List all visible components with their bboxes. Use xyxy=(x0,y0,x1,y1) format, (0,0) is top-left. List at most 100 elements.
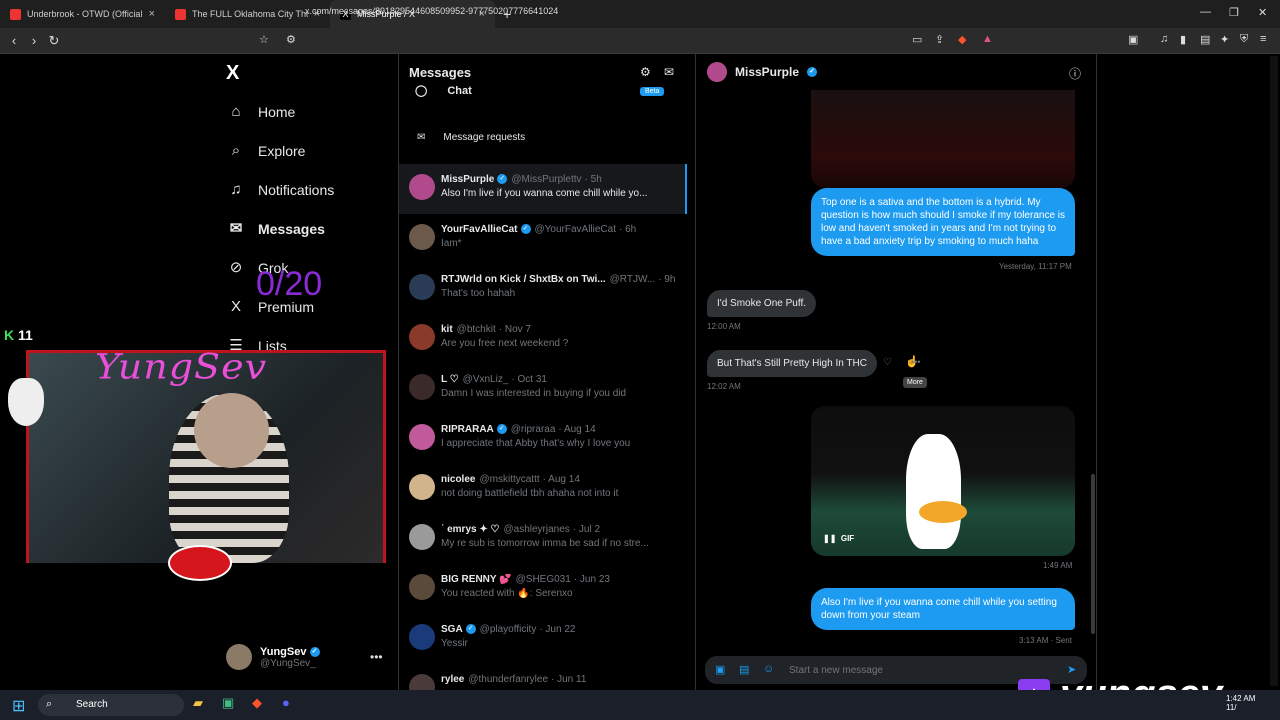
conversation-header[interactable]: MissPurple ✓ xyxy=(707,62,818,82)
bookmark-icon[interactable]: ☆ xyxy=(259,33,269,46)
windows-start-icon[interactable]: ⊞ xyxy=(12,696,25,716)
conversation-row[interactable]: RTJWrld on Kick / ShxtBx on Twi... @RTJW.… xyxy=(399,264,687,314)
cast-icon[interactable]: ▭ xyxy=(912,33,922,46)
message-bubble-received[interactable]: I'd Smoke One Puff. xyxy=(707,290,816,317)
chat-entry[interactable]: ◯ Chat xyxy=(415,84,472,98)
youtube-icon xyxy=(10,8,21,20)
inbox-icon: ✉ xyxy=(417,132,426,143)
settings-icon[interactable]: ⚙ xyxy=(640,65,651,79)
conversation-meta: ˙ emrys ✦ ♡ @ashleyrjanes · Jul 2 xyxy=(441,524,681,535)
profile-handle: @YungSev_ xyxy=(260,657,316,669)
account-switcher[interactable]: YungSev ✓ @YungSev_ xyxy=(226,644,320,670)
conversation-row[interactable]: BIG RENNY 💕 @SHEG031 · Jun 23 You reacted w… xyxy=(399,564,687,614)
conversation-name: MissPurple xyxy=(735,65,800,79)
maximize-icon[interactable]: ❐ xyxy=(1229,6,1239,19)
discord-icon[interactable]: ● xyxy=(282,695,290,710)
clock-time: 1:42 AM xyxy=(1226,694,1256,703)
message-input[interactable]: Start a new message xyxy=(789,665,883,676)
conversation-row[interactable]: SGA ✓ @playofficity · Jun 22 Yessir xyxy=(399,614,687,664)
verified-icon: ✓ xyxy=(309,646,320,657)
forward-icon[interactable]: › xyxy=(24,33,44,48)
menu-icon[interactable]: ≡ xyxy=(1260,33,1266,45)
message-bubble-sent[interactable]: Also I'm live if you wanna come chill wh… xyxy=(811,588,1075,630)
site-info-icon[interactable]: ⚙ xyxy=(286,33,296,46)
panel-icon[interactable]: ▮ xyxy=(1180,33,1186,46)
conversation-handle: @playofficity xyxy=(479,624,537,635)
nav-messages[interactable]: ✉ Messages xyxy=(228,220,325,238)
nav-home[interactable]: ⌂ Home xyxy=(228,103,296,121)
close-icon[interactable]: × xyxy=(149,8,155,20)
taskbar-search[interactable]: ⌕ Search xyxy=(38,694,184,716)
conversation-row[interactable]: ˙ emrys ✦ ♡ @ashleyrjanes · Jul 2 My re sub… xyxy=(399,514,687,564)
conversation-meta: BIG RENNY 💕 @SHEG031 · Jun 23 xyxy=(441,574,681,585)
brave-rewards-icon[interactable]: ▲ xyxy=(982,33,993,45)
gif-attachment[interactable]: ❚❚ GIF xyxy=(811,406,1075,556)
home-icon: ⌂ xyxy=(231,103,241,120)
conversation-row[interactable]: YourFavAllieCat ✓ @YourFavAllieCat · 6h Iam* xyxy=(399,214,687,264)
nav-label: Home xyxy=(258,104,296,120)
avatar xyxy=(409,324,435,350)
share-icon[interactable]: ⇪ xyxy=(935,33,944,46)
avatar xyxy=(409,624,435,650)
conversation-time: · 5h xyxy=(584,174,602,185)
page-scrollbar[interactable] xyxy=(1270,56,1278,686)
more-icon[interactable]: ••• xyxy=(370,650,383,664)
conversation-row[interactable]: rylee @thunderfanrylee · Jun 11 xyxy=(399,664,687,690)
conversation-time: · Jun 23 xyxy=(573,574,610,585)
envelope-icon: ✉ xyxy=(229,220,243,237)
window-close-icon[interactable]: ✕ xyxy=(1258,6,1267,19)
conversation-row[interactable]: L ♡ @VxnLiz_ · Oct 31 Damn I was interested… xyxy=(399,364,687,414)
conversation-handle: @mskittycattt xyxy=(479,474,540,485)
music-icon[interactable]: ♫ xyxy=(1160,33,1168,45)
conversation-name: SGA xyxy=(441,624,463,635)
pause-icon[interactable]: ❚❚ xyxy=(823,534,836,543)
nav-label: Explore xyxy=(258,143,306,159)
conversation-name: rylee xyxy=(441,674,465,685)
conversation-row[interactable]: kit @btchkit · Nov 7 Are you free next week… xyxy=(399,314,687,364)
conversation-row[interactable]: nicolee @mskittycattt · Aug 14 not doing ba… xyxy=(399,464,687,514)
gif-controls[interactable]: ❚❚ GIF xyxy=(823,534,854,543)
nav-notifications[interactable]: ♫ Notifications xyxy=(228,182,334,199)
leo-icon[interactable]: ✦ xyxy=(1220,33,1229,46)
minimize-icon[interactable]: — xyxy=(1200,6,1211,18)
info-icon[interactable]: ⓘ xyxy=(1069,65,1081,82)
image-attachment[interactable] xyxy=(811,90,1075,188)
conversation-meta: SGA ✓ @playofficity · Jun 22 xyxy=(441,624,681,635)
image-icon[interactable]: ▣ xyxy=(715,663,725,676)
back-icon[interactable]: ‹ xyxy=(4,33,24,48)
webcam-head xyxy=(194,393,269,468)
kill-counter: K 11 xyxy=(4,327,33,343)
new-message-icon[interactable]: ✉ xyxy=(664,65,674,79)
conversation-handle: @ashleyrjanes xyxy=(503,524,570,535)
grok-icon: ⊘ xyxy=(229,259,243,276)
gif-icon[interactable]: ▤ xyxy=(739,663,749,676)
conversation-name: RIPRARAA xyxy=(441,424,494,435)
chat-label: Chat xyxy=(447,84,472,97)
message-requests[interactable]: ✉ Message requests xyxy=(417,132,525,143)
wallet-icon[interactable]: ▤ xyxy=(1200,33,1210,46)
xbox-icon[interactable]: ▣ xyxy=(222,695,234,711)
tooltip: More xyxy=(903,377,927,388)
react-icon[interactable]: ♡ xyxy=(883,357,892,368)
x-logo[interactable]: X xyxy=(226,62,239,85)
x-premium-icon: X xyxy=(230,298,241,315)
conversation-row[interactable]: RIPRARAA ✓ @ripraraa · Aug 14 I appreciate t… xyxy=(399,414,687,464)
nav-explore[interactable]: ⌕ Explore xyxy=(228,143,306,160)
brave-shield-icon[interactable]: ◆ xyxy=(958,33,966,46)
reload-icon[interactable]: ↻ xyxy=(44,33,64,49)
message-bubble-received[interactable]: But That's Still Pretty High In THC xyxy=(707,350,877,377)
file-explorer-icon[interactable]: ▰ xyxy=(193,695,203,711)
url-field[interactable]: x.com/messages/891829544608509952-977750… xyxy=(305,6,558,16)
sidebar-toggle-icon[interactable]: ▣ xyxy=(1128,33,1138,46)
message-bubble-sent[interactable]: Top one is a sativa and the bottom is a … xyxy=(811,188,1075,256)
vpn-icon[interactable]: ⛨ xyxy=(1240,33,1248,46)
conversation-meta: kit @btchkit · Nov 7 xyxy=(441,324,681,335)
browser-tab[interactable]: Underbrook - OTWD (Official Music \ × xyxy=(0,0,165,28)
tab-title: Underbrook - OTWD (Official Music \ xyxy=(27,9,143,19)
browser-tab-strip: Underbrook - OTWD (Official Music \ × Th… xyxy=(0,0,1280,28)
brave-icon[interactable]: ◆ xyxy=(252,695,262,711)
more-icon[interactable]: ••• xyxy=(911,357,920,367)
scrollbar[interactable] xyxy=(1091,474,1095,634)
conversation-row[interactable]: MissPurple ✓ @MissPurplettv · 5h Also I'm li… xyxy=(399,164,687,214)
emoji-icon[interactable]: ☺ xyxy=(763,663,774,675)
